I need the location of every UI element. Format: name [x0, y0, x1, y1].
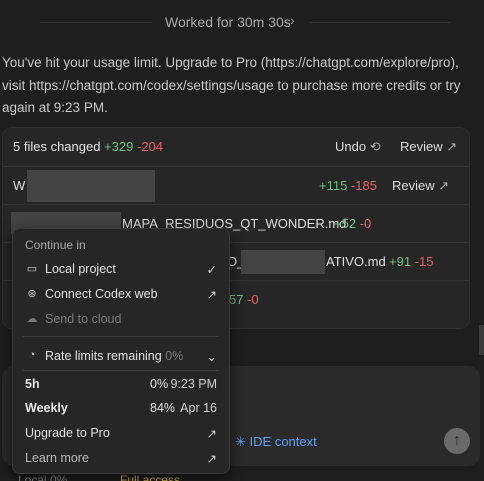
rate-limits-toggle[interactable]: ◔ Rate limits remaining 0% ⌄ [13, 344, 229, 368]
access-selector[interactable]: Full access [120, 473, 180, 481]
divider [23, 336, 219, 337]
file-added: +52 [334, 216, 357, 231]
review-label: Review [392, 178, 435, 193]
limit-row-weekly: Weekly 84% Apr 16 [13, 396, 229, 420]
undo-button[interactable]: Undo ⟲ [335, 139, 381, 155]
checkmark-icon: ✓ [206, 263, 217, 277]
file-stats: +91 -15 [389, 254, 433, 269]
files-header: 5 files changed +329 -204 Undo ⟲ Review … [3, 128, 469, 166]
mode-selector[interactable]: Local 0% [18, 473, 67, 481]
redacted-block [27, 170, 155, 202]
rate-limits-label: Rate limits remaining 0% [45, 349, 183, 363]
file-removed: -185 [350, 178, 377, 193]
codex-icon: ⊛ [27, 288, 37, 300]
continue-in-menu: Continue in ▭ Local project ✓ ⊛ Connect … [12, 228, 230, 474]
file-stats: +52 -0 [334, 216, 371, 231]
menu-item-label: Upgrade to Pro [25, 426, 110, 440]
rate-limits-text: Rate limits remaining [45, 349, 162, 363]
menu-item-upgrade-pro[interactable]: Upgrade to Pro ↗ [13, 421, 229, 445]
limit-reset: 9:23 PM [170, 377, 217, 391]
gauge-icon: ◔ [28, 349, 36, 361]
menu-item-local-project[interactable]: ▭ Local project ✓ [13, 257, 229, 281]
file-name: W [13, 178, 26, 193]
file-stats: 57 -0 [229, 292, 259, 307]
usage-limit-message: You've hit your usage limit. Upgrade to … [2, 55, 461, 115]
file-name: ATIVO.md [326, 254, 386, 269]
divider [40, 22, 152, 23]
send-button[interactable]: ↑ [444, 428, 470, 454]
review-all-button[interactable]: Review ↗ [400, 139, 457, 155]
worked-duration: Worked for 30m 30s [165, 14, 291, 30]
menu-item-label: Learn more [25, 451, 89, 465]
file-added: 57 [229, 292, 244, 307]
file-review-button[interactable]: Review ↗ [392, 178, 449, 194]
limit-reset: Apr 16 [180, 401, 217, 415]
divider [310, 22, 450, 23]
external-link-icon: ↗ [446, 139, 458, 154]
file-row[interactable]: W +115 -185 Review ↗ [3, 166, 469, 205]
sparkle-icon: ✳ [235, 434, 246, 449]
redacted-block [241, 250, 325, 274]
arrow-up-icon: ↑ [453, 432, 461, 449]
limit-pct: 0% [150, 377, 169, 391]
worked-status-bar[interactable]: Worked for 30m 30s › [0, 6, 484, 38]
file-added: +91 [389, 254, 412, 269]
chevron-right-icon: › [290, 12, 295, 28]
file-added: +115 [319, 178, 348, 193]
menu-item-label: Local project [45, 262, 116, 276]
scrollbar[interactable] [479, 325, 484, 355]
chevron-down-icon: ⌄ [206, 350, 217, 364]
cloud-off-icon: ☁ [26, 313, 38, 325]
limit-row-5h: 5h 0% 9:23 PM [13, 372, 229, 396]
limit-label: Weekly [25, 401, 68, 415]
limit-pct: 84% [150, 401, 176, 415]
external-link-icon: ↗ [438, 178, 450, 193]
external-link-icon: ↗ [206, 452, 217, 466]
menu-item-send-cloud: ☁ Send to cloud [13, 307, 229, 331]
limit-label: 5h [25, 377, 40, 391]
menu-item-learn-more[interactable]: Learn more ↗ [13, 446, 229, 470]
rate-limits-pct: 0% [165, 349, 184, 363]
menu-item-label: Connect Codex web [45, 287, 158, 301]
review-label: Review [400, 139, 443, 154]
divider [23, 370, 219, 371]
menu-item-connect-web[interactable]: ⊛ Connect Codex web ↗ [13, 282, 229, 306]
added-count: +329 [104, 139, 134, 154]
external-link-icon: ↗ [206, 427, 217, 441]
file-stats: +115 -185 [319, 178, 377, 193]
menu-heading: Continue in [25, 238, 86, 252]
menu-item-label: Send to cloud [45, 312, 122, 326]
file-removed: -15 [414, 254, 434, 269]
ide-context-button[interactable]: ✳ IDE context [235, 434, 317, 450]
external-link-icon: ↗ [206, 288, 217, 302]
files-count: 5 files changed [13, 139, 101, 154]
file-removed: -0 [247, 292, 259, 307]
undo-icon: ⟲ [369, 139, 381, 154]
file-removed: -0 [359, 216, 372, 231]
undo-label: Undo [335, 139, 367, 154]
files-summary: 5 files changed +329 -204 [13, 139, 163, 154]
ide-context-label: IDE context [249, 434, 317, 449]
laptop-icon: ▭ [26, 263, 38, 275]
removed-count: -204 [137, 139, 164, 154]
